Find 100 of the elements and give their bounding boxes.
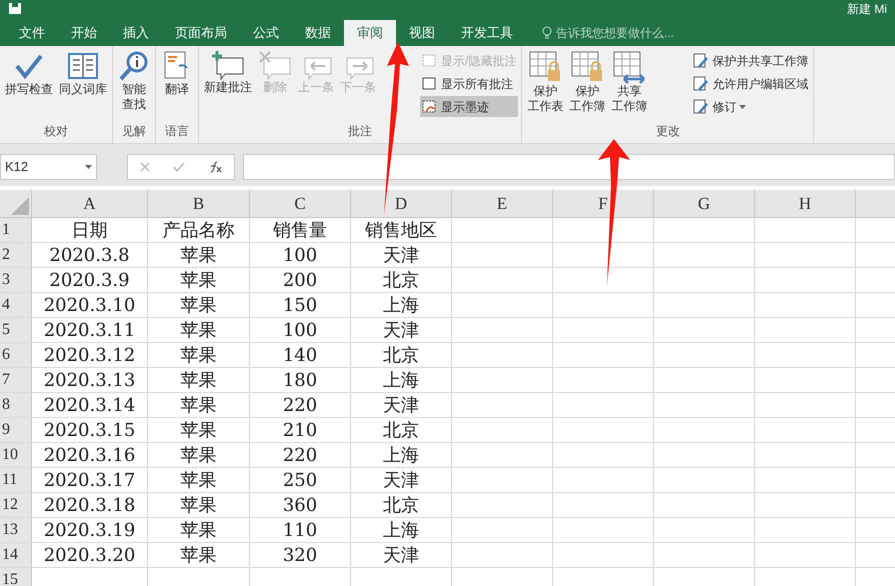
delete-comment-icon [258, 50, 292, 80]
lightbulb-icon [542, 26, 552, 40]
group-label: 校对 [43, 123, 69, 140]
table-cell-text: 销售量 [273, 218, 327, 242]
table-cell-text: 苹果 [180, 294, 216, 318]
table-cell-text: 2020.3.8 [49, 244, 130, 268]
table-cell-text: 2020.3.9 [49, 268, 130, 292]
ribbon-tab[interactable]: 公式 [240, 20, 292, 46]
table-cell-text: 苹果 [180, 394, 216, 418]
ribbon-tab[interactable]: 文件 [6, 20, 58, 46]
ribbon-small-button[interactable]: 显示墨迹 [420, 96, 518, 117]
ribbon-small-button[interactable]: 保护并共享工作簿 [691, 50, 810, 71]
table-cell-text: 2020.3.11 [44, 318, 136, 342]
function-icon[interactable] [208, 161, 222, 173]
tell-me-field[interactable]: 告诉我您想要做什么... [526, 20, 674, 46]
table-cell-text: 2020.3.19 [44, 518, 136, 542]
ribbon-tab[interactable]: 审阅 [344, 20, 396, 46]
ribbon-tab[interactable]: 数据 [292, 20, 344, 46]
table-cell-text: 2020.3.20 [44, 544, 136, 568]
table-cell-text: 天津 [383, 318, 419, 342]
row-header[interactable]: 8 [0, 393, 32, 417]
name-box[interactable]: K12 [0, 154, 97, 180]
book-icon [67, 50, 99, 82]
table-cell-text: 产品名称 [162, 218, 234, 242]
table-cell-text: 150 [282, 294, 318, 318]
row-header[interactable]: 7 [0, 368, 32, 392]
table-cell-text: 2020.3.14 [44, 394, 136, 418]
column-header[interactable]: G [654, 190, 755, 217]
table-cell-text: 天津 [383, 244, 419, 268]
table-cell-text: 天津 [383, 394, 419, 418]
table-cell-text: 上海 [383, 294, 419, 318]
table-cell-text: 250 [282, 468, 318, 492]
ribbon-button[interactable]: 新建批注 [202, 50, 254, 122]
comment-toggle-icon [422, 76, 438, 92]
ribbon-button[interactable]: 智能 查找 [116, 50, 152, 122]
column-header[interactable]: B [148, 190, 250, 217]
row-header[interactable]: 11 [0, 468, 32, 492]
ribbon-tab[interactable]: 视图 [396, 20, 448, 46]
table-cell-text: 220 [282, 444, 318, 468]
row-header[interactable]: 5 [0, 318, 32, 342]
row-header[interactable]: 1 [0, 218, 32, 242]
cancel-icon[interactable] [140, 162, 150, 172]
ribbon-tab[interactable]: 页面布局 [162, 20, 240, 46]
ribbon-tab[interactable]: 插入 [110, 20, 162, 46]
column-header[interactable]: C [250, 190, 351, 217]
table-cell-text: 200 [282, 268, 318, 292]
table-cell-text: 苹果 [180, 268, 216, 292]
row-header[interactable]: 14 [0, 543, 32, 567]
table-cell-text: 苹果 [180, 244, 216, 268]
share-workbook-icon [612, 50, 646, 84]
ribbon-tab[interactable]: 开始 [58, 20, 110, 46]
new-comment-icon [211, 50, 245, 80]
table-cell-text: 苹果 [180, 418, 216, 442]
table-cell-text: 360 [282, 494, 318, 518]
ribbon-small-button[interactable]: 显示所有批注 [420, 73, 518, 94]
window-title: 新建 Mi [847, 1, 887, 18]
column-header[interactable]: A [32, 190, 148, 217]
column-header[interactable]: H [755, 190, 856, 217]
table-cell-text: 2020.3.12 [44, 344, 136, 368]
comment-toggle-icon [422, 98, 438, 114]
ribbon-button[interactable]: 保护 工作表 [525, 50, 566, 122]
row-header[interactable]: 2 [0, 243, 32, 267]
ribbon-button[interactable]: 拼写检查 [3, 50, 55, 122]
table-cell-text: 2020.3.10 [44, 294, 136, 318]
table-cell-text: 北京 [383, 494, 419, 518]
column-header[interactable]: E [452, 190, 553, 217]
save-icon[interactable] [8, 3, 22, 15]
row-header[interactable]: 13 [0, 518, 32, 542]
ribbon-small-button[interactable]: 允许用户编辑区域 [691, 73, 810, 94]
lock-sheet-icon [570, 50, 604, 84]
table-cell-text: 北京 [383, 418, 419, 442]
check-icon[interactable] [172, 162, 185, 172]
document-edit-icon [693, 52, 710, 68]
ribbon-button[interactable]: 共享 工作簿 [609, 50, 650, 122]
row-header[interactable]: 4 [0, 293, 32, 317]
ribbon-button[interactable]: 翻译 [159, 50, 195, 122]
document-edit-icon [693, 76, 710, 92]
row-header[interactable]: 9 [0, 418, 32, 442]
formula-field[interactable] [243, 154, 895, 180]
ribbon-small-button[interactable]: 修订 [691, 96, 810, 117]
row-header[interactable]: 15 [0, 568, 32, 586]
table-cell-text: 苹果 [180, 318, 216, 342]
table-cell-text: 苹果 [180, 344, 216, 368]
table-cell-text: 苹果 [180, 518, 216, 542]
table-cell-text: 北京 [383, 344, 419, 368]
row-header[interactable]: 6 [0, 343, 32, 367]
table-cell-text: 100 [282, 244, 318, 268]
table-cell-text: 320 [282, 544, 318, 568]
row-header[interactable]: 12 [0, 493, 32, 517]
table-cell-text: 天津 [383, 468, 419, 492]
table-cell-text: 上海 [383, 444, 419, 468]
row-header[interactable]: 10 [0, 443, 32, 467]
table-cell-text: 上海 [383, 368, 419, 392]
table-cell-text: 110 [282, 518, 318, 542]
row-header[interactable]: 3 [0, 268, 32, 292]
table-cell-text: 苹果 [180, 544, 216, 568]
ribbon-button[interactable]: 保护 工作簿 [567, 50, 608, 122]
ribbon-tab[interactable]: 开发工具 [448, 20, 526, 46]
table-cell-text: 2020.3.17 [44, 468, 136, 492]
ribbon-button[interactable]: 同义词库 [57, 50, 109, 122]
